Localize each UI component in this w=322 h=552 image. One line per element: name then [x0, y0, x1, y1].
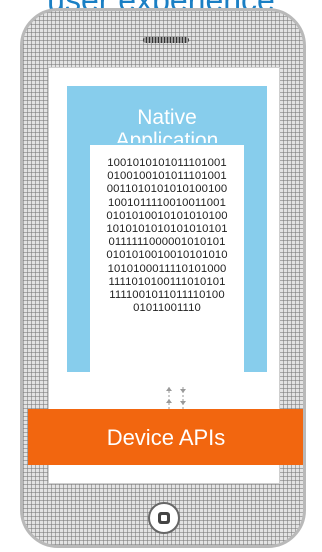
- speaker-grille-icon: [143, 37, 189, 43]
- binary-line: 0011010101010100100: [106, 183, 228, 196]
- native-sublabel: Application: [115, 129, 219, 143]
- phone-frame: Native Application 1001010101011101001 0…: [20, 8, 306, 548]
- binary-line: 1111010100111010101: [108, 275, 226, 288]
- binary-line: 1001011110010011001: [108, 196, 226, 209]
- binary-line: 0111111000001010101: [108, 236, 226, 249]
- binary-line: 0101010010010101010: [106, 249, 228, 262]
- binary-line: 0100100101011101001: [107, 170, 227, 183]
- binary-line: 1010100011110101000: [107, 262, 227, 275]
- binary-line: 1001010101011101001: [107, 157, 227, 169]
- binary-code-block: 1001010101011101001 0100100101011101001 …: [90, 145, 244, 385]
- binary-line: 0101010010101010100: [106, 209, 228, 222]
- device-apis-box: Device APIs: [28, 409, 303, 465]
- home-button-icon: [148, 502, 180, 534]
- device-apis-label: Device APIs: [106, 425, 226, 450]
- binary-line: 1010101010101010101: [106, 223, 228, 236]
- binary-line: 01011001110: [133, 302, 201, 315]
- binary-line: 1111001011011110100: [109, 289, 225, 302]
- native-label: Native: [137, 106, 197, 129]
